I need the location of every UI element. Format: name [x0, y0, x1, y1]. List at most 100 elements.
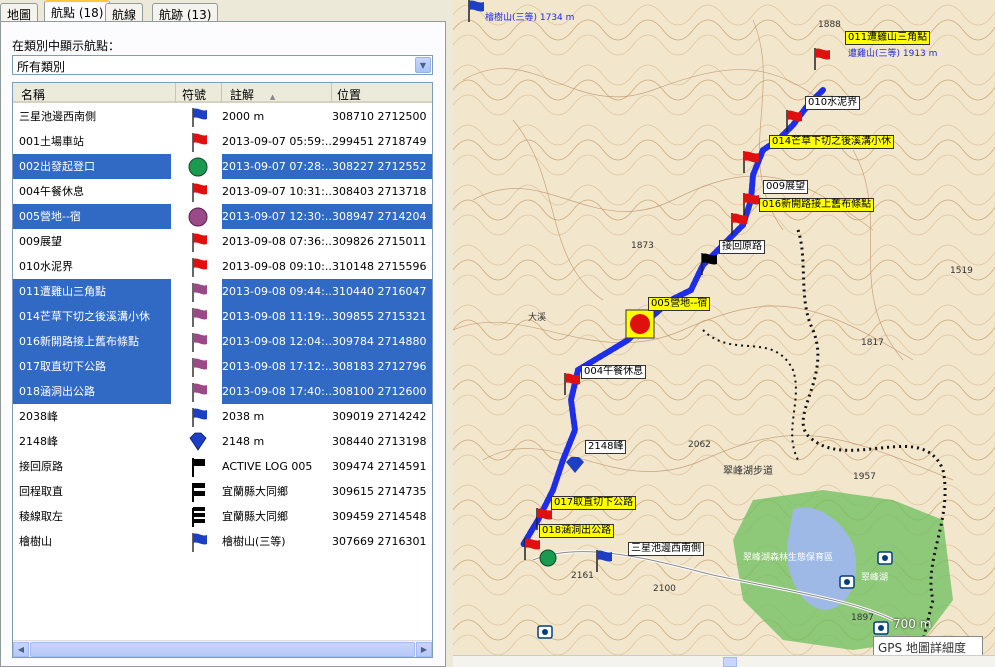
map-scrollbar[interactable]	[453, 655, 995, 667]
waypoint-position: 309615 2714735	[332, 485, 427, 498]
tab-tracks[interactable]: 航跡 (13)	[152, 3, 219, 22]
tab-routes[interactable]: 航線	[105, 3, 144, 22]
column-header-position[interactable]: 位置	[332, 83, 432, 103]
map-waypoint-label[interactable]: 014芒草下切之後溪溝小休	[769, 135, 895, 149]
map-waypoint-label[interactable]: 005營地--宿	[648, 297, 711, 311]
camera-icon[interactable]	[839, 575, 855, 589]
table-row[interactable]: 接回原路 ACTIVE LOG 005 309474 2714591	[13, 454, 432, 479]
table-row[interactable]: 002出發起登口 2013-09-07 07:28:... 308227 27125…	[13, 154, 432, 179]
column-header-comment[interactable]: 註解 ▲	[222, 83, 332, 103]
waypoint-name: 2148峰	[19, 435, 58, 448]
waypoint-details: 2013-09-07 07:28:... 308227 2712552	[222, 154, 432, 179]
column-header-symbol[interactable]: 符號	[176, 83, 222, 103]
waypoint-name: 001土場車站	[19, 135, 84, 148]
waypoint-position: 309459 2714548	[332, 510, 427, 523]
map-waypoint-label[interactable]: 004午餐休息	[581, 365, 647, 379]
waypoint-position: 309784 2714880	[332, 335, 427, 348]
map-waypoint-label[interactable]: 2148峰	[585, 440, 627, 454]
category-filter-label: 在類別中顯示航點：	[12, 39, 121, 53]
waypoint-comment: 2038 m	[222, 410, 265, 423]
waypoint-details: 2013-09-07 05:59:... 299451 2718749	[222, 129, 432, 154]
lake-label: 翠峰湖	[861, 573, 889, 583]
waypoint-name: 三星池邊西南側	[19, 110, 96, 123]
waypoint-details: 2000 m 308710 2712500	[222, 104, 432, 129]
table-row[interactable]: 2148峰 2148 m 308440 2713198	[13, 429, 432, 454]
flag-purple-icon	[176, 304, 222, 329]
waypoint-name: 014芒草下切之後溪溝小休	[13, 304, 171, 329]
topographic-map[interactable]: 1888 1873 1519 1817 2062 1957 2161 2100 …	[453, 0, 995, 667]
table-row[interactable]: 009展望 2013-09-08 07:36:... 309826 2715011	[13, 229, 432, 254]
waypoint-list[interactable]: 名稱 符號 註解 ▲ 位置 三星池邊西南側 2000 m 308710 271250…	[12, 82, 433, 658]
waypoint-panel: 地圖 航點 (18) 航線 航跡 (13) 在類別中顯示航點： 所有類別 ▼ 名…	[0, 0, 448, 667]
list-header: 名稱 符號 註解 ▲ 位置	[13, 83, 432, 103]
waypoint-position: 308710 2712500	[332, 110, 427, 123]
chevron-down-icon[interactable]: ▼	[415, 57, 431, 73]
waypoint-details: 2013-09-07 12:30:... 308947 2714204	[222, 204, 432, 229]
table-row[interactable]: 001土場車站 2013-09-07 05:59:... 299451 271874…	[13, 129, 432, 154]
map-waypoint-label[interactable]: 三星池邊西南側	[628, 542, 704, 556]
waypoint-comment: ACTIVE LOG 005	[222, 460, 313, 473]
map-waypoint-label[interactable]: 011遭雞山三角點	[845, 31, 931, 45]
waypoint-name: 2038峰	[19, 410, 58, 423]
category-select[interactable]: 所有類別 ▼	[12, 55, 433, 75]
map-waypoint-label[interactable]: 017取直切下公路	[551, 496, 637, 510]
campsite-marker-icon[interactable]	[625, 309, 655, 339]
table-row[interactable]: 2038峰 2038 m 309019 2714242	[13, 404, 432, 429]
flag-blue-icon	[176, 104, 222, 129]
circle-purple-icon	[176, 204, 222, 229]
table-row[interactable]: 011遭雞山三角點 2013-09-08 09:44:... 310440 2716…	[13, 279, 432, 304]
tab-waypoints[interactable]: 航點 (18)	[44, 0, 111, 22]
elevation-label: 1873	[631, 241, 654, 251]
table-row[interactable]: 016新開路接上舊布條點 2013-09-08 12:04:... 309784 2…	[13, 329, 432, 354]
table-row[interactable]: 014芒草下切之後溪溝小休 2013-09-08 11:19:... 309855 …	[13, 304, 432, 329]
map-waypoint-label[interactable]: 接回原路	[719, 240, 765, 254]
camera-icon[interactable]	[537, 625, 553, 639]
scroll-right-button[interactable]: ▶	[416, 642, 432, 657]
table-row[interactable]: 三星池邊西南側 2000 m 308710 2712500	[13, 104, 432, 129]
table-row[interactable]: 010水泥界 2013-09-08 09:10:... 310148 2715596	[13, 254, 432, 279]
map-waypoint-label[interactable]: 018涵洞出公路	[539, 524, 615, 538]
table-row[interactable]: 檜樹山 檜樹山(三等) 307669 2716301	[13, 529, 432, 554]
waypoint-name: 005營地--宿	[13, 204, 171, 229]
table-row[interactable]: 018涵洞出公路 2013-09-08 17:40:... 308100 27126…	[13, 379, 432, 404]
waypoint-position: 307669 2716301	[332, 535, 427, 548]
waypoint-details: 2013-09-08 11:19:... 309855 2715321	[222, 304, 432, 329]
scroll-left-button[interactable]: ◀	[13, 642, 29, 657]
waypoint-position: 309474 2714591	[332, 460, 427, 473]
table-row[interactable]: 005營地--宿 2013-09-07 12:30:... 308947 27142…	[13, 204, 432, 229]
circle-green-icon	[176, 154, 222, 179]
waypoint-name: 稜線取左	[19, 510, 63, 523]
map-scrollbar-thumb[interactable]	[723, 657, 737, 667]
waypoint-comment: 2013-09-08 17:12:...	[222, 360, 332, 373]
waypoint-comment: 2013-09-08 09:44:...	[222, 285, 332, 298]
map-waypoint-label[interactable]: 016新開路接上舊布條點	[759, 198, 875, 212]
elevation-label: 1957	[853, 472, 876, 482]
waypoint-comment: 2148 m	[222, 435, 265, 448]
waypoint-comment: 宜蘭縣大同鄉	[222, 510, 288, 523]
flag-red-icon	[176, 229, 222, 254]
trailhead-marker-icon[interactable]	[539, 549, 557, 567]
horizontal-scrollbar[interactable]: ◀ ▶	[13, 640, 432, 657]
place-label: 大溪	[528, 313, 547, 323]
table-row[interactable]: 017取直切下公路 2013-09-08 17:12:... 308183 2712…	[13, 354, 432, 379]
waypoint-details: 宜蘭縣大同鄉 309615 2714735	[222, 479, 432, 504]
waypoint-position: 308947 2714204	[332, 210, 427, 223]
tab-bar: 地圖 航點 (18) 航線 航跡 (13)	[0, 0, 448, 22]
column-header-name[interactable]: 名稱	[13, 83, 176, 103]
table-row[interactable]: 004午餐休息 2013-09-07 10:31:... 308403 271371…	[13, 179, 432, 204]
waypoint-details: 2013-09-07 10:31:... 308403 2713718	[222, 179, 432, 204]
waypoint-position: 310148 2715596	[332, 260, 427, 273]
map-waypoint-label[interactable]: 009展望	[763, 180, 809, 194]
waypoint-details: 2013-09-08 17:40:... 308100 2712600	[222, 379, 432, 404]
flag-purple-icon	[176, 279, 222, 304]
camera-icon[interactable]	[877, 551, 893, 565]
waypoint-comment: 2013-09-08 07:36:...	[222, 235, 332, 248]
table-row[interactable]: 回程取直 宜蘭縣大同鄉 309615 2714735	[13, 479, 432, 504]
scrollbar-thumb[interactable]	[30, 642, 415, 657]
flag-black-3-icon	[176, 504, 222, 529]
table-row[interactable]: 稜線取左 宜蘭縣大同鄉 309459 2714548	[13, 504, 432, 529]
waypoint-comment: 2013-09-07 07:28:...	[222, 160, 332, 173]
camera-icon[interactable]	[873, 621, 889, 635]
map-waypoint-label[interactable]: 010水泥界	[805, 96, 861, 110]
tab-map[interactable]: 地圖	[0, 3, 39, 22]
